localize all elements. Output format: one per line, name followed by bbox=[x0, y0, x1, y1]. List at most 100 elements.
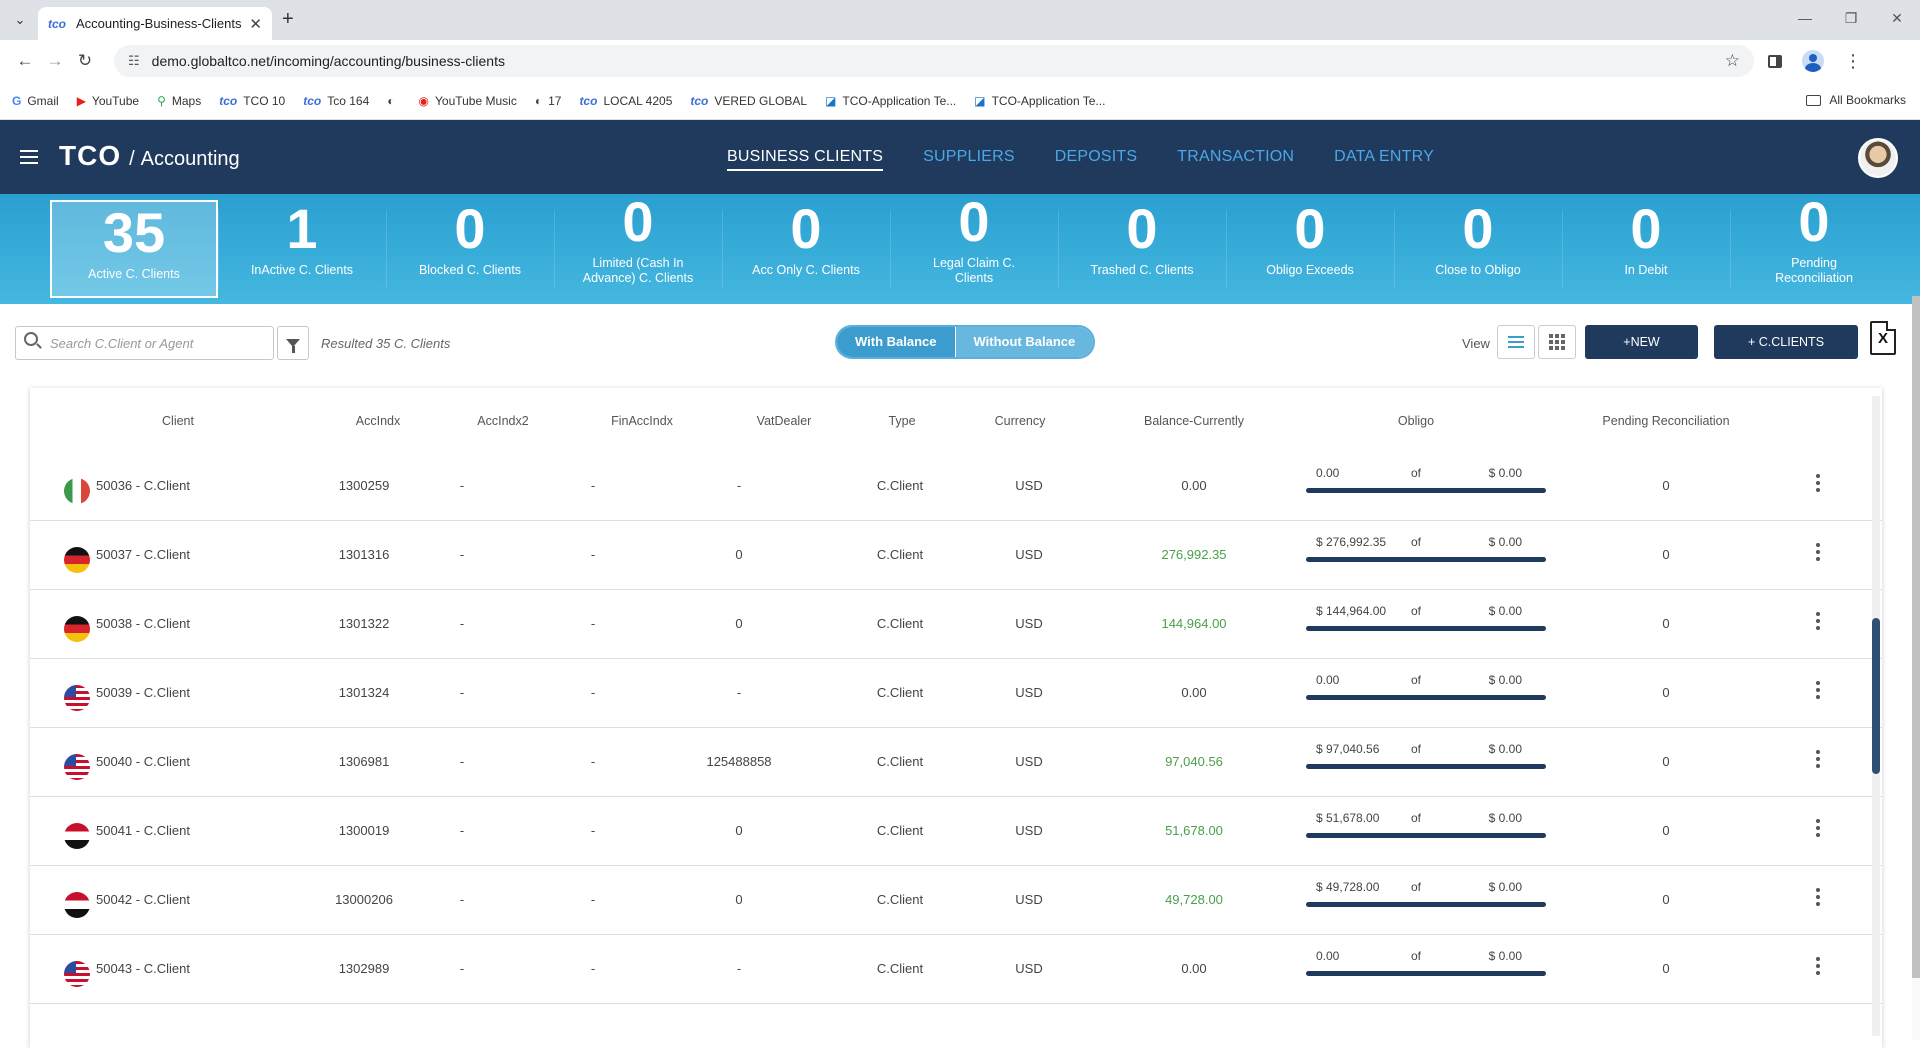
table-scrollbar-thumb[interactable] bbox=[1872, 618, 1880, 774]
stat-card[interactable]: 0 Acc Only C. Clients bbox=[722, 200, 890, 298]
bookmark-item[interactable]: ⚲ Maps bbox=[157, 94, 201, 108]
row-actions-menu-icon[interactable] bbox=[1816, 750, 1822, 771]
stat-card[interactable]: 0 Close to Obligo bbox=[1394, 200, 1562, 298]
client-name[interactable]: 50041 - C.Client bbox=[96, 823, 190, 838]
profile-icon[interactable] bbox=[1802, 50, 1824, 72]
bookmark-tco-icon: tco bbox=[219, 93, 238, 108]
row-actions-menu-icon[interactable] bbox=[1816, 819, 1822, 840]
client-name[interactable]: 50036 - C.Client bbox=[96, 478, 190, 493]
nav-item-transaction[interactable]: TRANSACTION bbox=[1177, 148, 1294, 171]
vatdealer-cell: 0 bbox=[735, 547, 743, 562]
with-balance-button[interactable]: With Balance bbox=[837, 327, 955, 357]
row-actions-menu-icon[interactable] bbox=[1816, 957, 1822, 978]
stat-card[interactable]: 0 Obligo Exceeds bbox=[1226, 200, 1394, 298]
bookmark-item[interactable]: ◐ bbox=[387, 94, 400, 108]
row-actions-menu-icon[interactable] bbox=[1816, 612, 1822, 633]
bookmark-item[interactable]: tco LOCAL 4205 bbox=[579, 94, 672, 108]
bookmark-item[interactable]: ◪ TCO-Application Te... bbox=[825, 94, 956, 108]
site-info-icon[interactable]: ☷ bbox=[128, 53, 140, 69]
stat-card[interactable]: 35 Active C. Clients bbox=[50, 200, 218, 298]
without-balance-button[interactable]: Without Balance bbox=[954, 327, 1094, 357]
accindx-cell: 1300259 bbox=[338, 478, 390, 493]
bookmark-star-icon[interactable]: ☆ bbox=[1725, 51, 1740, 71]
nav-item-data-entry[interactable]: DATA ENTRY bbox=[1334, 148, 1434, 171]
side-panel-icon[interactable] bbox=[1768, 54, 1782, 68]
finaccindx-cell: - bbox=[590, 754, 596, 769]
obligo-used: $ 97,040.56 bbox=[1316, 742, 1380, 756]
minimize-icon[interactable]: — bbox=[1782, 10, 1828, 27]
stat-card[interactable]: 0 Limited (Cash In Advance) C. Clients bbox=[554, 194, 722, 298]
table-row[interactable]: 50040 - C.Client 1306981 - - 125488858 C.Clie… bbox=[30, 728, 1882, 797]
new-client-button[interactable]: +NEW C.CLIENT bbox=[1585, 325, 1698, 383]
nav-item-deposits[interactable]: DEPOSITS bbox=[1055, 148, 1138, 171]
back-icon[interactable]: ← bbox=[10, 51, 40, 71]
country-flag-icon bbox=[64, 892, 90, 918]
stat-count: 0 bbox=[790, 197, 822, 260]
stat-card[interactable]: 1 InActive C. Clients bbox=[218, 200, 386, 298]
accindx2-cell: - bbox=[459, 961, 465, 976]
clients-groups-button[interactable]: + C.CLIENTS GROUPS bbox=[1714, 325, 1858, 383]
stat-card[interactable]: 0 Legal Claim C. Clients bbox=[890, 194, 1058, 298]
client-name[interactable]: 50038 - C.Client bbox=[96, 616, 190, 631]
browser-menu-icon[interactable]: ⋮ bbox=[1844, 51, 1862, 72]
bookmark-item[interactable]: ▶ YouTube bbox=[77, 94, 139, 108]
bookmark-item[interactable]: tco TCO 10 bbox=[219, 94, 285, 108]
page-scrollbar-thumb[interactable] bbox=[1912, 296, 1920, 978]
pending-reconciliation-cell: 0 bbox=[1662, 478, 1670, 493]
reload-icon[interactable]: ↻ bbox=[70, 51, 100, 71]
restore-icon[interactable]: ❐ bbox=[1828, 10, 1874, 27]
tab-search-chevron-icon[interactable]: ⌄ bbox=[8, 8, 32, 32]
forward-icon[interactable]: → bbox=[40, 51, 70, 71]
table-row[interactable]: 50043 - C.Client 1302989 - - - C.Client USD 0.0… bbox=[30, 935, 1882, 1004]
balance-cell: 276,992.35 bbox=[1161, 547, 1227, 562]
client-name[interactable]: 50039 - C.Client bbox=[96, 685, 190, 700]
new-tab-icon[interactable]: + bbox=[282, 8, 294, 31]
filter-button[interactable] bbox=[277, 326, 309, 360]
close-window-icon[interactable]: ✕ bbox=[1874, 10, 1920, 27]
row-actions-menu-icon[interactable] bbox=[1816, 681, 1822, 702]
tab-close-icon[interactable]: ✕ bbox=[249, 15, 262, 33]
all-bookmarks[interactable]: All Bookmarks bbox=[1806, 93, 1906, 107]
stat-count: 0 bbox=[958, 190, 990, 253]
user-avatar[interactable] bbox=[1858, 138, 1898, 178]
row-actions-menu-icon[interactable] bbox=[1816, 888, 1822, 909]
bookmark-item[interactable]: tco Tco 164 bbox=[303, 94, 369, 108]
excel-export-icon[interactable]: X bbox=[1870, 321, 1896, 355]
row-actions-menu-icon[interactable] bbox=[1816, 543, 1822, 564]
client-name[interactable]: 50043 - C.Client bbox=[96, 961, 190, 976]
stat-label: Active C. Clients bbox=[88, 267, 180, 281]
client-name[interactable]: 50042 - C.Client bbox=[96, 892, 190, 907]
client-name[interactable]: 50037 - C.Client bbox=[96, 547, 190, 562]
stat-card[interactable]: 0 Trashed C. Clients bbox=[1058, 200, 1226, 298]
stat-count: 0 bbox=[1126, 197, 1158, 260]
stat-card[interactable]: 0 In Debit bbox=[1562, 200, 1730, 298]
browser-tab[interactable]: tco Accounting-Business-Clients ✕ bbox=[38, 7, 272, 40]
client-name[interactable]: 50040 - C.Client bbox=[96, 754, 190, 769]
table-row[interactable]: 50042 - C.Client 13000206 - - 0 C.Client USD 49… bbox=[30, 866, 1882, 935]
bookmark-site-icon: ◉ bbox=[418, 93, 429, 108]
type-cell: C.Client bbox=[876, 823, 924, 838]
stat-card[interactable]: 0 Blocked C. Clients bbox=[386, 200, 554, 298]
hamburger-menu-icon[interactable] bbox=[20, 150, 38, 168]
bookmark-item[interactable]: G Gmail bbox=[12, 94, 59, 108]
table-row[interactable]: 50039 - C.Client 1301324 - - - C.Client USD 0.0… bbox=[30, 659, 1882, 728]
list-view-button[interactable] bbox=[1497, 325, 1535, 359]
table-row[interactable]: 50041 - C.Client 1300019 - - 0 C.Client USD 51,… bbox=[30, 797, 1882, 866]
search-input[interactable]: Search C.Client or Agent bbox=[15, 326, 274, 360]
bookmark-item[interactable]: tco VERED GLOBAL bbox=[690, 94, 807, 108]
url-field[interactable]: ☷ demo.globaltco.net/incoming/accounting… bbox=[114, 45, 1754, 77]
results-count: Resulted 35 C. Clients bbox=[321, 336, 451, 351]
bookmark-item[interactable]: ◪ TCO-Application Te... bbox=[974, 94, 1105, 108]
nav-item-business-clients[interactable]: BUSINESS CLIENTS bbox=[727, 148, 884, 171]
bookmark-item[interactable]: ◉ YouTube Music bbox=[419, 94, 517, 108]
table-row[interactable]: 50036 - C.Client 1300259 - - - C.Client USD 0.0… bbox=[30, 452, 1882, 521]
table-row[interactable]: 50037 - C.Client 1301316 - - 0 C.Client USD 276… bbox=[30, 521, 1882, 590]
bookmark-item[interactable]: ◐ 17 bbox=[535, 94, 562, 108]
clients-table: Client AccIndx AccIndx2 FinAccIndx VatDealer… bbox=[30, 388, 1882, 1048]
obligo-used: 0.00 bbox=[1316, 466, 1340, 480]
nav-item-suppliers[interactable]: SUPPLIERS bbox=[923, 148, 1015, 171]
table-row[interactable]: 50038 - C.Client 1301322 - - 0 C.Client USD 144… bbox=[30, 590, 1882, 659]
stat-card[interactable]: 0 Pending Reconciliation bbox=[1730, 194, 1898, 298]
grid-view-button[interactable] bbox=[1538, 325, 1576, 359]
row-actions-menu-icon[interactable] bbox=[1816, 474, 1822, 495]
